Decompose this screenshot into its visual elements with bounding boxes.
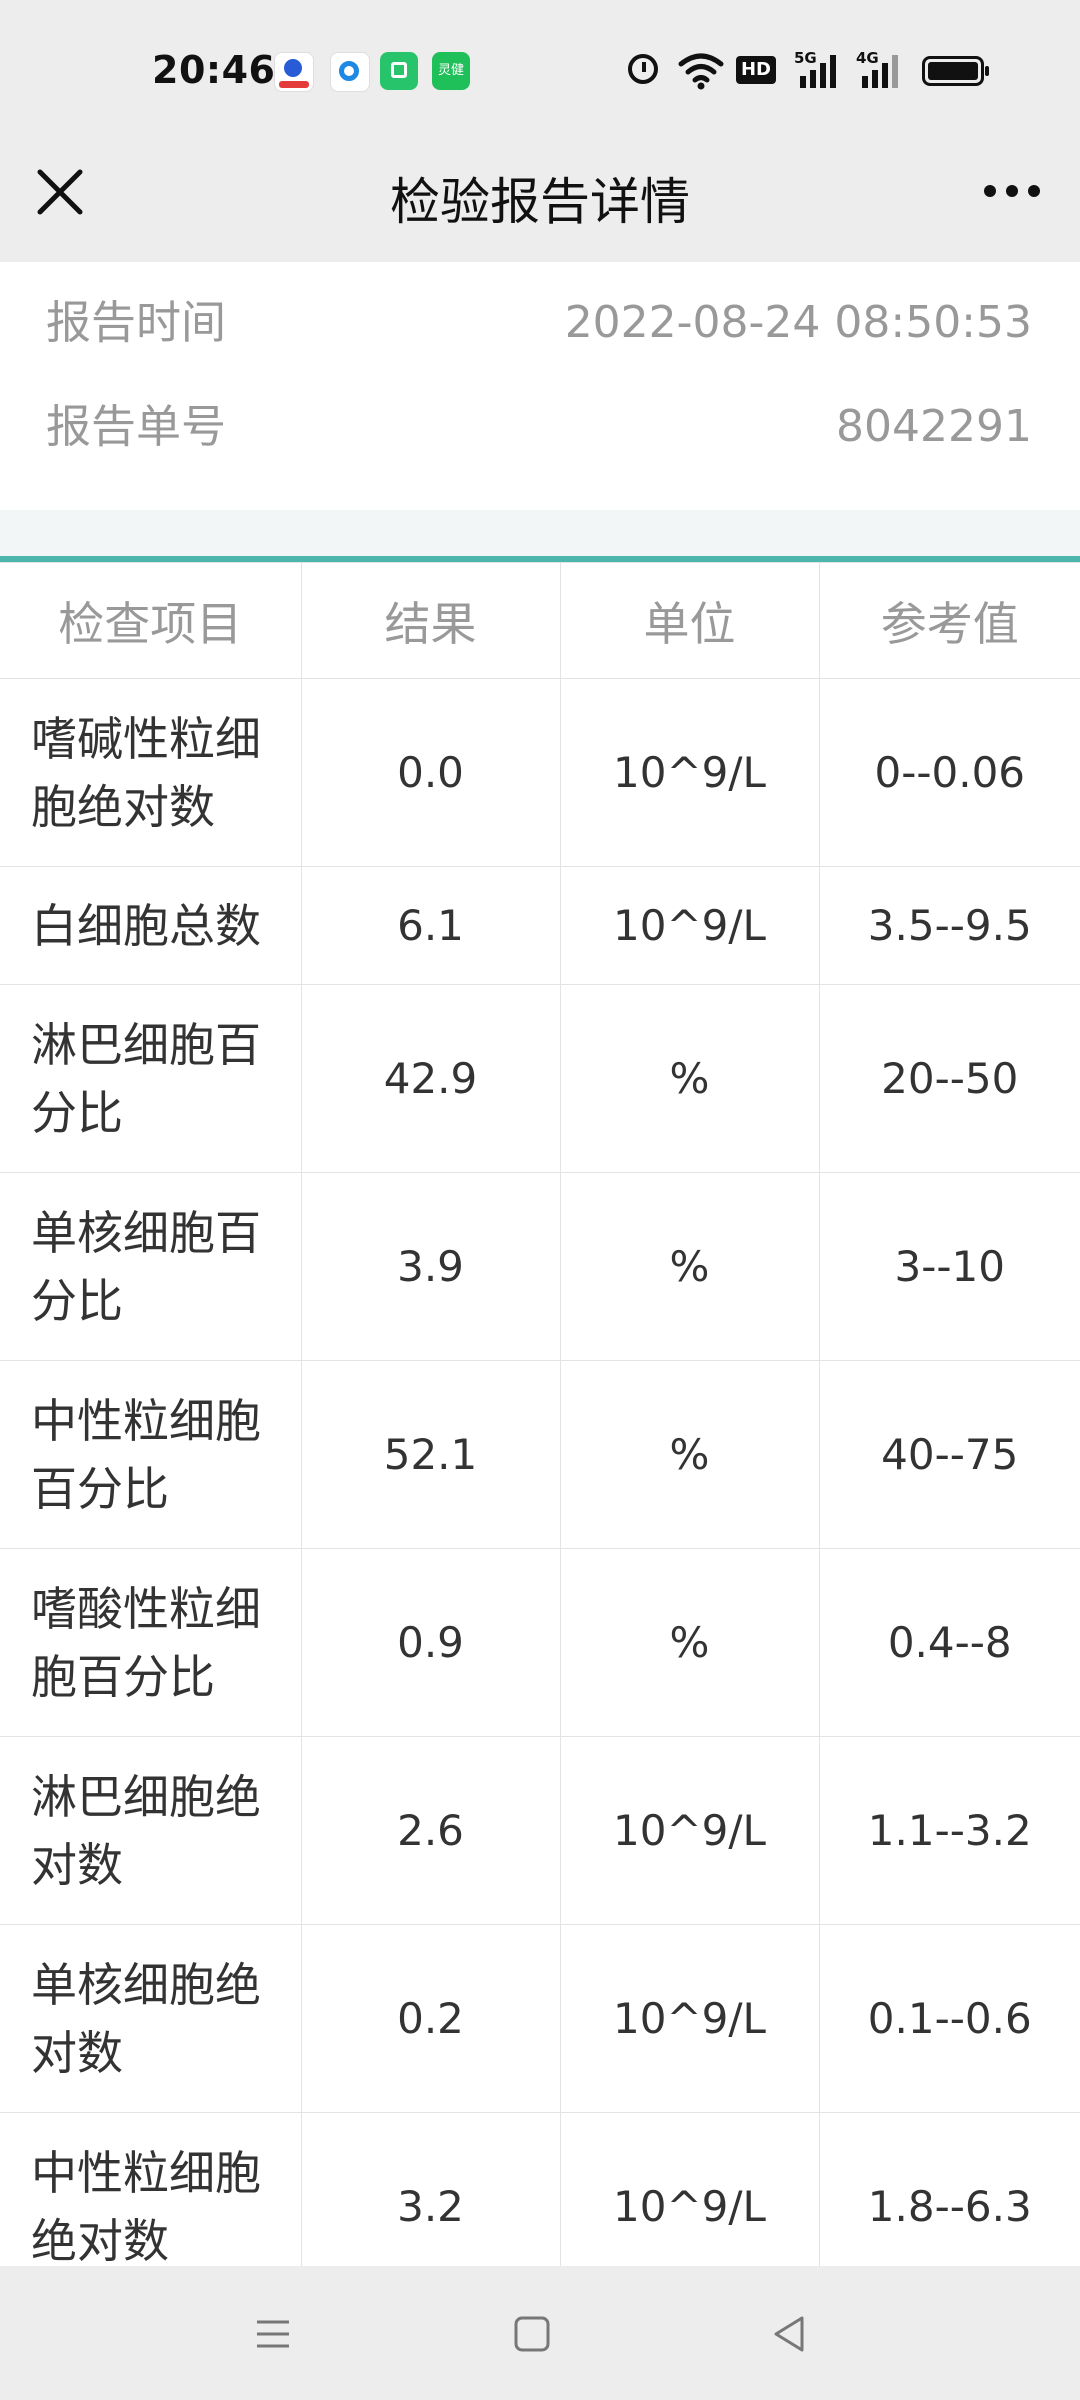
item-result: 3.9 (300, 1172, 561, 1361)
signal-4g-label: 4G (856, 50, 879, 67)
table-row: 单核细胞百分比 3.9 % 3--10 (0, 1172, 1080, 1361)
table-row: 嗜酸性粒细胞百分比 0.9 % 0.4--8 (0, 1548, 1080, 1737)
item-unit: 10^9/L (559, 866, 820, 985)
item-unit: % (559, 1172, 820, 1361)
signal-4g-icon: 4G (856, 50, 898, 88)
wifi-icon (678, 53, 724, 90)
header-bar: 检验报告详情 (0, 140, 1080, 262)
table-row: 中性粒细胞百分比 52.1 % 40--75 (0, 1360, 1080, 1549)
item-name: 淋巴细胞百分比 (0, 984, 302, 1173)
report-table: 检查项目 结果 单位 参考值 嗜碱性粒细胞绝对数 0.0 10^9/L 0--0… (0, 562, 1080, 2301)
item-name: 嗜酸性粒细胞百分比 (0, 1548, 302, 1737)
item-unit: 10^9/L (559, 1924, 820, 2113)
lingjian-app-icon: 灵健 (432, 52, 470, 90)
item-unit: % (559, 1548, 820, 1737)
home-icon[interactable] (508, 2310, 556, 2358)
green-app-icon (380, 52, 418, 90)
item-result: 0.9 (300, 1548, 561, 1737)
table-row: 嗜碱性粒细胞绝对数 0.0 10^9/L 0--0.06 (0, 678, 1080, 867)
item-unit: % (559, 984, 820, 1173)
item-result: 42.9 (300, 984, 561, 1173)
more-icon[interactable] (980, 176, 1044, 206)
battery-icon (922, 56, 989, 86)
header-unit: 单位 (559, 562, 820, 679)
report-time-row: 报告时间 2022-08-24 08:50:53 (0, 288, 1080, 358)
report-info: 报告时间 2022-08-24 08:50:53 报告单号 8042291 (0, 262, 1080, 510)
item-unit: 10^9/L (559, 1736, 820, 1925)
item-name: 白细胞总数 (0, 866, 302, 985)
menu-icon[interactable] (249, 2310, 297, 2358)
back-icon[interactable] (766, 2310, 814, 2358)
header-item: 检查项目 (0, 562, 302, 679)
status-bar: 20:46 灵健 HD 5G 4G (0, 0, 1080, 140)
item-reference: 3.5--9.5 (818, 866, 1080, 985)
item-result: 0.2 (300, 1924, 561, 2113)
report-number-label: 报告单号 (46, 400, 227, 453)
signal-5g-label: 5G (794, 50, 817, 67)
baidu-app-icon (274, 52, 314, 92)
item-reference: 0.4--8 (818, 1548, 1080, 1737)
item-result: 52.1 (300, 1360, 561, 1549)
item-reference: 0.1--0.6 (818, 1924, 1080, 2113)
item-reference: 20--50 (818, 984, 1080, 1173)
item-unit: 10^9/L (559, 678, 820, 867)
table-row: 淋巴细胞绝对数 2.6 10^9/L 1.1--3.2 (0, 1736, 1080, 1925)
item-name: 淋巴细胞绝对数 (0, 1736, 302, 1925)
system-nav-bar (0, 2266, 1080, 2400)
report-time-label: 报告时间 (46, 296, 227, 349)
item-reference: 3--10 (818, 1172, 1080, 1361)
item-reference: 1.1--3.2 (818, 1736, 1080, 1925)
report-number-row: 报告单号 8042291 (0, 392, 1080, 462)
item-result: 0.0 (300, 678, 561, 867)
blue-app-icon (330, 52, 370, 92)
hd-icon: HD (736, 56, 776, 84)
alarm-icon (628, 54, 658, 84)
status-time: 20:46 (152, 48, 276, 92)
item-name: 单核细胞绝对数 (0, 1924, 302, 2113)
table-row: 淋巴细胞百分比 42.9 % 20--50 (0, 984, 1080, 1173)
table-row: 白细胞总数 6.1 10^9/L 3.5--9.5 (0, 866, 1080, 985)
item-unit: % (559, 1360, 820, 1549)
signal-5g-icon: 5G (794, 50, 836, 88)
item-name: 单核细胞百分比 (0, 1172, 302, 1361)
item-name: 嗜碱性粒细胞绝对数 (0, 678, 302, 867)
header-result: 结果 (300, 562, 561, 679)
item-reference: 40--75 (818, 1360, 1080, 1549)
page-title: 检验报告详情 (390, 173, 690, 231)
report-time-value: 2022-08-24 08:50:53 (564, 297, 1032, 348)
header-reference: 参考值 (818, 562, 1080, 679)
report-number-value: 8042291 (836, 401, 1032, 452)
item-name: 中性粒细胞百分比 (0, 1360, 302, 1549)
table-row: 单核细胞绝对数 0.2 10^9/L 0.1--0.6 (0, 1924, 1080, 2113)
item-reference: 0--0.06 (818, 678, 1080, 867)
section-divider (0, 510, 1080, 556)
table-header-row: 检查项目 结果 单位 参考值 (0, 562, 1080, 679)
item-result: 6.1 (300, 866, 561, 985)
item-result: 2.6 (300, 1736, 561, 1925)
